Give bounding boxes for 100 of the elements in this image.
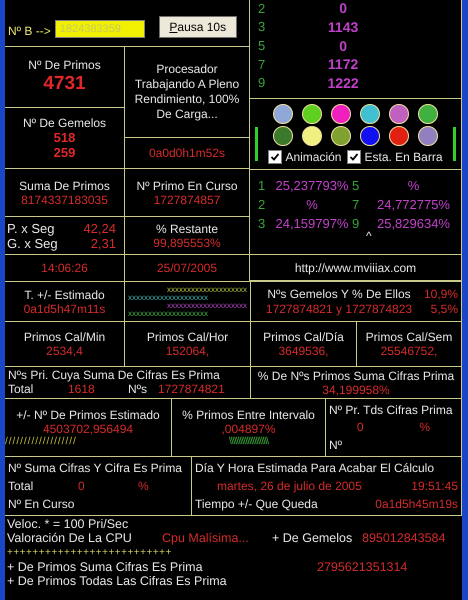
stat-value: 0a1d5h47m11s xyxy=(24,302,106,316)
total-label: Total xyxy=(8,383,34,396)
number-label: Nºs xyxy=(128,383,148,396)
separator-pattern: ++++++++++++++++++++++++++ xyxy=(7,548,173,558)
color-swatch[interactable] xyxy=(272,104,293,124)
digit-percent: % xyxy=(406,178,420,194)
color-swatch[interactable] xyxy=(360,104,380,124)
digit-label: 9 xyxy=(258,75,266,90)
stat-label: Nº Primo En Curso xyxy=(136,178,238,192)
checkbox-label[interactable]: Animación xyxy=(285,150,342,164)
rate-value: 2,31 xyxy=(90,236,116,250)
elapsed-time: 0a0d0h1m52s xyxy=(148,146,226,160)
level-bar xyxy=(255,127,258,161)
stat-label: Suma De Primos xyxy=(19,178,110,192)
total-value: 1618 xyxy=(68,383,96,396)
current-label: Nº En Curso xyxy=(8,496,76,512)
stat-label: Tiempo +/- Que Queda xyxy=(195,496,318,512)
stat-value: 152064, xyxy=(166,344,210,358)
digit-label: 5 xyxy=(352,178,360,194)
stat-label: Nºs Pri. Cuya Suma De Cifras Es Prima xyxy=(8,368,221,382)
stat-value: 99,895553% xyxy=(153,236,221,250)
cpu-rating: Cpu Malísima... xyxy=(162,531,250,545)
stat-value: 0a1d5h45m19s xyxy=(375,496,458,512)
record-label: + De Primos Todas Las Cifras Es Prima xyxy=(7,574,228,588)
checkbox[interactable] xyxy=(347,150,362,164)
stat-label: +/- Nº De Primos Estimado xyxy=(16,408,160,422)
stat-label: Nºs Gemelos Y % De Ellos xyxy=(267,286,411,302)
stat-label: Primos Cal/Sem xyxy=(366,330,452,344)
color-swatch[interactable] xyxy=(418,104,438,124)
digit-label: 7 xyxy=(352,197,360,213)
percent-value: 5,5% xyxy=(430,302,458,316)
color-swatch[interactable] xyxy=(330,126,351,146)
stat-label: + De Gemelos xyxy=(272,531,354,545)
speed-note: Veloc. * = 100 Pri/Sec xyxy=(7,517,130,531)
digit-percent: 25,237793% xyxy=(274,178,350,194)
digit-label: 2 xyxy=(258,0,266,16)
stat-label: Día Y Hora Estimada Para Acabar El Cálculo xyxy=(195,460,436,476)
checkbox[interactable] xyxy=(268,150,282,164)
digit-label: 2 xyxy=(258,197,266,213)
digit-percent: 24,159797% xyxy=(274,216,350,232)
clock-time: 14:06:26 xyxy=(41,261,88,275)
progress-pattern: xxxxxxxxxxxxxxxxxxxx xyxy=(167,286,247,294)
caret-mark: ^ xyxy=(366,232,372,240)
color-swatch[interactable] xyxy=(330,104,351,124)
color-swatch[interactable] xyxy=(302,126,322,146)
color-swatch[interactable] xyxy=(418,126,438,146)
color-swatch[interactable] xyxy=(388,126,409,146)
digit-label: 9 xyxy=(352,216,360,232)
stat-value: ,004897% xyxy=(221,422,276,436)
color-swatch[interactable] xyxy=(360,126,380,146)
progress-pattern: \\\\\\\\\\\\\\\\\\\\\\ xyxy=(228,436,268,448)
digit-label: 3 xyxy=(258,19,266,34)
record-label: + De Primos Suma Cifras Es Prima xyxy=(7,560,204,574)
number-value: 1727874821 xyxy=(158,383,225,396)
status-message: Procesador Trabajando A Pleno Rendimiento, 100% De Carga... xyxy=(134,62,240,122)
stat-label: % Restante xyxy=(156,222,218,236)
digit-count: 1172 xyxy=(326,56,360,72)
stat-label: Primos Cal/Día xyxy=(263,330,344,344)
digit-count: 1222 xyxy=(326,74,360,91)
stat-value: 4731 xyxy=(43,72,86,96)
digit-percent: 24,772775% xyxy=(376,197,451,213)
stat-value: 259 xyxy=(54,145,76,160)
checkbox-label[interactable]: Esta. En Barra xyxy=(364,150,443,164)
percent-value: 10,9% xyxy=(424,286,458,302)
digit-percent: 25,829634% xyxy=(376,216,451,232)
digit-count: 0 xyxy=(338,38,348,54)
digit-label: 1 xyxy=(258,178,266,194)
check-icon xyxy=(270,152,280,162)
digit-label: 5 xyxy=(258,38,266,54)
stat-label: Primos Cal/Min xyxy=(24,330,106,344)
stat-label: Primos Cal/Hor xyxy=(146,330,228,344)
stat-label: Nº Suma Cifras Y Cifra Es Prima xyxy=(8,460,183,476)
level-bar xyxy=(452,127,456,161)
total-value: 0 xyxy=(78,478,86,494)
check-icon xyxy=(349,152,360,162)
stat-label: T. +/- Estimado xyxy=(24,288,105,302)
color-swatch[interactable] xyxy=(388,104,409,124)
rate-value: 42,24 xyxy=(83,220,116,236)
stat-label: Nº De Primos xyxy=(28,58,101,72)
pause-button[interactable]: Pausa 10s xyxy=(158,16,237,38)
color-swatch[interactable] xyxy=(272,126,293,146)
total-label: Total xyxy=(8,478,34,494)
digit-count: 0 xyxy=(338,0,348,16)
stat-value: 1727874821 y 1727874823 xyxy=(266,302,412,316)
stat-value: 2534,4 xyxy=(46,344,83,358)
digit-label: 3 xyxy=(258,216,266,232)
rate-label: P. x Seg xyxy=(7,220,54,236)
color-swatch[interactable] xyxy=(302,104,322,124)
stat-label: Nº Pr. Tds Cifras Prima xyxy=(329,402,454,417)
finish-time: 19:51:45 xyxy=(411,478,458,494)
progress-pattern: xxxxxxxxxxxxxxxxxxxx xyxy=(128,310,208,318)
stat-label: Valoración De La CPU xyxy=(7,531,133,545)
stat-label: % De Nºs Primos Suma Cifras Prima xyxy=(258,368,454,382)
progress-pattern: xxxxxxxxxxxxxxxxxxxx xyxy=(128,294,208,302)
record-value: 2795621351314 xyxy=(317,560,408,574)
stat-value: 34,199958% xyxy=(322,382,390,396)
stat-value: 8174337183035 xyxy=(21,192,108,206)
progress-pattern: xxxxxxxxxxxxxxxxxxxx xyxy=(167,302,247,310)
number-label: Nº xyxy=(329,438,344,452)
stat-value: 1727874857 xyxy=(154,192,220,206)
